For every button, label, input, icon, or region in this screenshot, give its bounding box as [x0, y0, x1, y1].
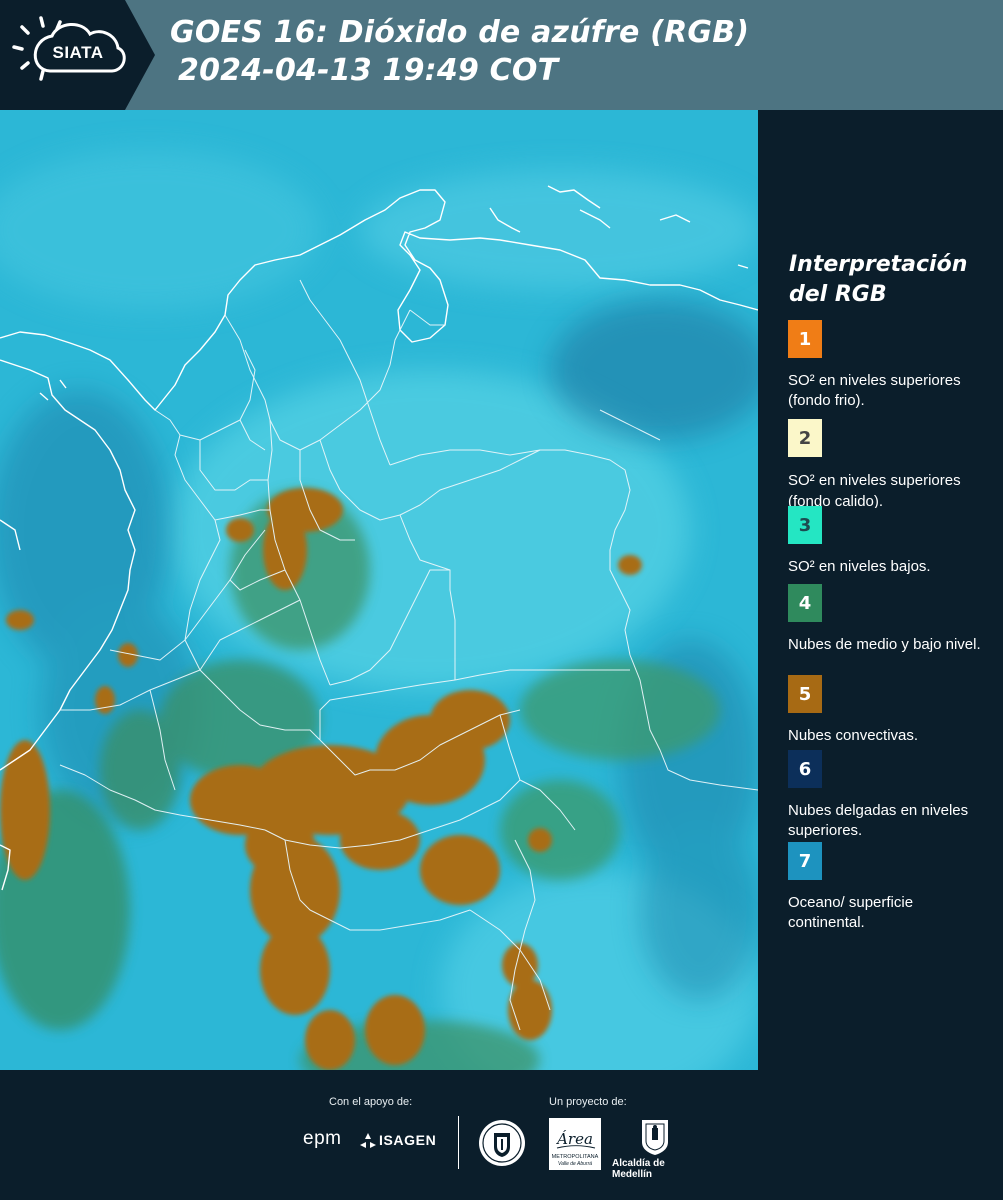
legend-title-line2: del RGB: [789, 282, 887, 307]
legend-swatch-4: 4: [788, 584, 822, 622]
alcaldia-shield-icon: [642, 1120, 668, 1155]
page-title: GOES 16: Dióxido de azúfre (RGB) 2024-04…: [170, 14, 749, 90]
title-product: GOES 16: Dióxido de azúfre (RGB): [170, 15, 750, 50]
title-timestamp: 2024-04-13 19:49 COT: [178, 53, 559, 88]
legend-item-5: 5 Nubes convectivas.: [788, 675, 988, 746]
legend-item-4: 4 Nubes de medio y bajo nivel.: [788, 584, 988, 655]
siata-logo: SIATA: [0, 0, 158, 110]
area-logo-subtext: METROPOLITANA: [552, 1154, 599, 1160]
legend-swatch-3: 3: [788, 506, 822, 544]
footer-divider: [458, 1116, 459, 1169]
legend-label-2: SO² en niveles superiores (fondo calido)…: [788, 472, 961, 508]
legend-item-1: 1 SO² en niveles superiores (fondo frio)…: [788, 320, 988, 411]
epm-logo: epm: [303, 1128, 342, 1149]
legend-item-6: 6 Nubes delgadas en niveles superiores.: [788, 750, 988, 841]
legend-item-3: 3 SO² en niveles bajos.: [788, 506, 988, 577]
area-metropolitana-logo: Área METROPOLITANA Valle de Aburrá: [549, 1118, 601, 1175]
legend-title-line1: Interpretación: [789, 252, 968, 277]
area-logo-subtext2: Valle de Aburrá: [558, 1161, 592, 1167]
rgb-legend: Interpretación del RGB 1 SO² en niveles …: [758, 110, 1003, 1070]
legend-swatch-7: 7: [788, 842, 822, 880]
satellite-map: [0, 110, 758, 1070]
legend-swatch-5: 5: [788, 675, 822, 713]
support-label: Con el apoyo de:: [329, 1096, 413, 1108]
legend-label-5: Nubes convectivas.: [788, 727, 919, 744]
isagen-logo: ISAGEN: [379, 1132, 437, 1148]
legend-swatch-2: 2: [788, 419, 822, 457]
medellin-seal-icon: [479, 1120, 525, 1166]
legend-swatch-6: 6: [788, 750, 822, 788]
legend-label-1: SO² en niveles superiores (fondo frio).: [788, 372, 961, 409]
legend-label-4: Nubes de medio y bajo nivel.: [788, 636, 981, 653]
legend-title: Interpretación del RGB: [789, 250, 989, 310]
legend-label-6: Nubes delgadas en niveles superiores.: [788, 802, 969, 839]
footer-sponsors: Con el apoyo de: Un proyecto de: epm ISA…: [0, 1070, 1003, 1200]
legend-swatch-1: 1: [788, 320, 822, 358]
legend-item-7: 7 Oceano/ superficie continental.: [788, 842, 988, 933]
legend-label-7: Oceano/ superficie continental.: [788, 894, 914, 931]
header-bar: SIATA GOES 16: Dióxido de azúfre (RGB) 2…: [0, 0, 1003, 110]
logo-text: SIATA: [52, 43, 104, 62]
alcaldia-label: Alcaldía de Medellín: [612, 1158, 665, 1180]
isagen-icon: [360, 1133, 376, 1148]
legend-label-3: SO² en niveles bajos.: [788, 558, 931, 575]
project-label: Un proyecto de:: [549, 1096, 627, 1108]
legend-item-2: 2 SO² en niveles superiores (fondo calid…: [788, 419, 988, 508]
